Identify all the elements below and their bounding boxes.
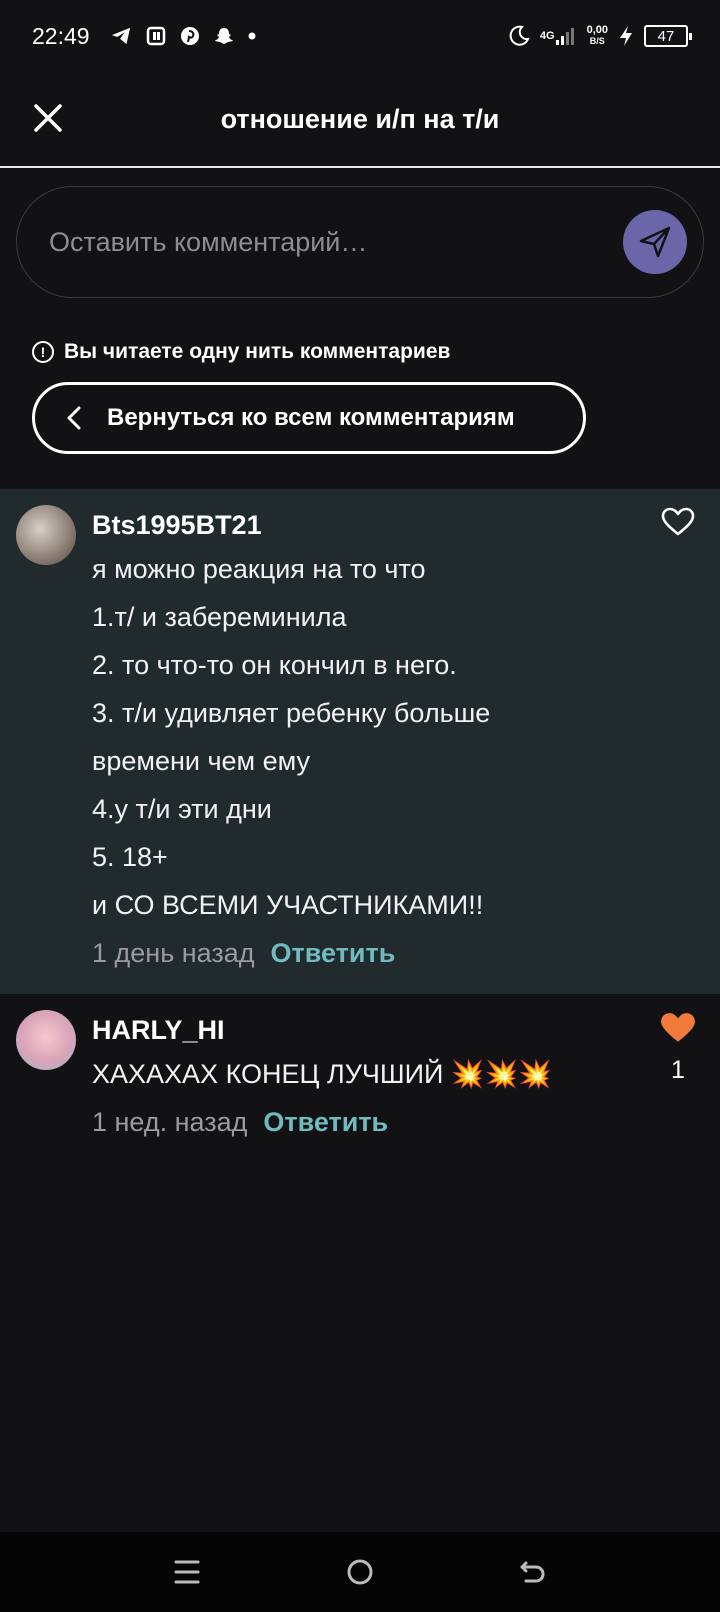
back-button-label: Вернуться ко всем комментариям: [107, 404, 515, 431]
reply-button[interactable]: Ответить: [263, 1098, 388, 1146]
like-count: 1: [671, 1056, 685, 1084]
menu-icon: [174, 1560, 200, 1584]
avatar[interactable]: [16, 1010, 76, 1070]
home-nav-button[interactable]: [340, 1552, 380, 1592]
signal-icon: 4G: [540, 26, 577, 46]
home-circle-icon: [347, 1559, 373, 1585]
back-arrow-icon: [520, 1561, 545, 1583]
close-button[interactable]: [30, 100, 66, 136]
comment-item: HARLY_HI ХАХАХАХ КОНЕЦ ЛУЧШИЙ 💥💥💥 1 нед.…: [0, 994, 720, 1154]
system-nav-bar: [0, 1532, 720, 1612]
telegram-icon: [110, 26, 132, 46]
comment-text-line: ХАХАХАХ КОНЕЦ ЛУЧШИЙ 💥💥💥: [92, 1059, 552, 1089]
comment-text-line: времени чем ему: [92, 746, 310, 776]
comment-box: [16, 186, 704, 298]
status-bar: 22:49 4G 0,00 B/S 47: [0, 0, 720, 72]
send-icon: [639, 226, 671, 258]
thread-notice: ! Вы читаете одну нить комментариев: [32, 340, 450, 364]
reply-button[interactable]: Ответить: [271, 929, 396, 977]
comment-text-line: 5. 18+: [92, 842, 168, 872]
comment-text-line: 2. то что-то он кончил в него.: [92, 650, 457, 680]
status-time: 22:49: [32, 22, 90, 49]
dot-icon: [248, 32, 256, 40]
back-nav-button[interactable]: [513, 1552, 553, 1592]
page-title: отношение и/п на т/и: [220, 103, 500, 134]
comment-text-line: 4.у т/и эти дни: [92, 794, 272, 824]
comment-input[interactable]: [49, 226, 623, 258]
header: отношение и/п на т/и: [0, 72, 720, 168]
chevron-left-icon: [67, 406, 81, 430]
send-button[interactable]: [623, 210, 687, 274]
comment-text-line: и СО ВСЕМИ УЧАСТНИКАМИ!!: [92, 890, 484, 920]
comment-text-line: я можно реакция на то что: [92, 554, 426, 584]
battery-indicator: 47: [644, 25, 692, 47]
comment-text-line: 1.т/ и забереминила: [92, 602, 347, 632]
comment-timestamp: 1 нед. назад: [92, 1107, 248, 1137]
avatar[interactable]: [16, 505, 76, 565]
moon-icon: [508, 25, 530, 47]
comment-text-line: 3. т/и удивляет ребенку больше: [92, 698, 491, 728]
back-to-all-comments-button[interactable]: Вернуться ко всем комментариям: [32, 382, 586, 454]
thread-notice-text: Вы читаете одну нить комментариев: [64, 340, 451, 363]
snapchat-icon: [214, 26, 234, 46]
info-icon: !: [32, 341, 54, 363]
like-button[interactable]: 1: [658, 1012, 698, 1085]
network-type: 4G: [539, 29, 555, 42]
close-icon: [34, 104, 62, 132]
heart-outline-icon: [661, 507, 695, 536]
pocket-icon: [146, 26, 166, 46]
comment-item: Bts1995BT21 я можно реакция на то что 1.…: [0, 489, 720, 994]
heart-filled-icon: [661, 1013, 695, 1042]
network-speed: 0,00 B/S: [586, 24, 608, 47]
menu-nav-button[interactable]: [167, 1552, 207, 1592]
comment-timestamp: 1 день назад: [92, 938, 255, 968]
comment-username[interactable]: HARLY_HI: [92, 1010, 652, 1050]
like-button[interactable]: [658, 507, 698, 537]
comment-username[interactable]: Bts1995BT21: [92, 505, 652, 545]
pinterest-icon: [180, 26, 200, 46]
charging-icon: [618, 25, 634, 47]
